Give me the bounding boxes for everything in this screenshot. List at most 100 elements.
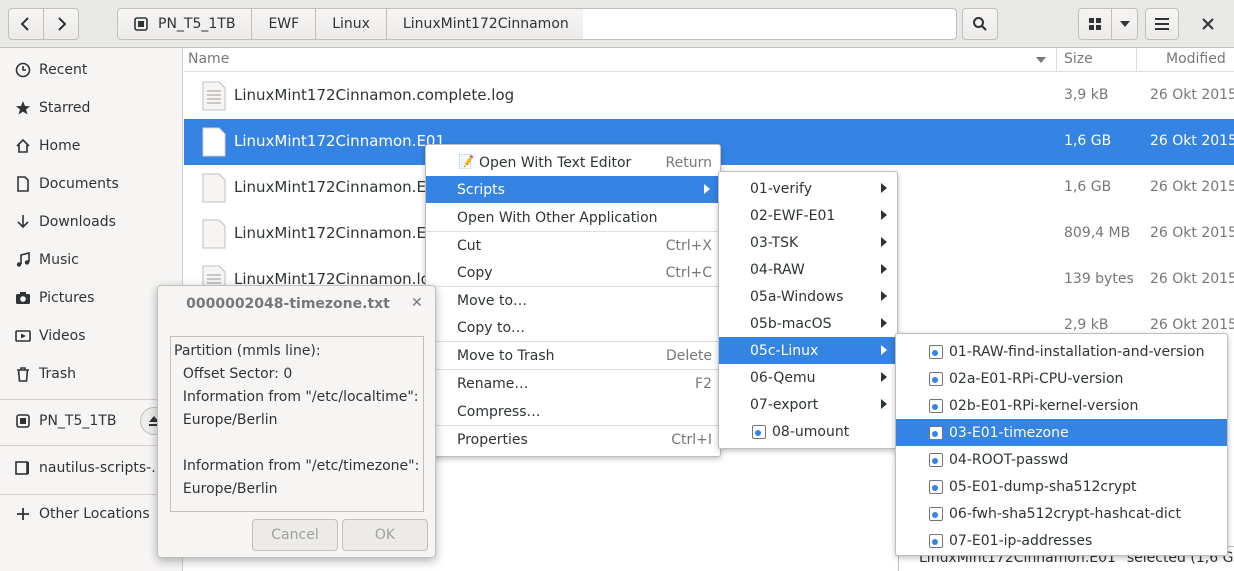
- column-separator: [1056, 48, 1057, 72]
- sidebar-item-home[interactable]: Home: [0, 127, 183, 165]
- sidebar-item-music[interactable]: Music: [0, 241, 183, 279]
- sidebar-item-starred[interactable]: Starred: [0, 89, 183, 127]
- menu-item-move-to-trash[interactable]: Move to Trash Delete: [426, 342, 720, 369]
- script-folder-05b-macos[interactable]: 05b-macOS: [719, 310, 897, 337]
- back-button[interactable]: [8, 8, 44, 40]
- star-icon: [14, 99, 32, 117]
- sidebar-item-downloads[interactable]: Downloads: [0, 203, 183, 241]
- plus-icon: [14, 505, 32, 523]
- script-07-ip-addresses[interactable]: 07-E01-ip-addresses: [896, 527, 1227, 554]
- script-icon: [929, 534, 943, 548]
- crumb-ewf[interactable]: EWF: [252, 9, 317, 39]
- column-name[interactable]: Name: [188, 51, 229, 67]
- document-icon: [14, 175, 32, 193]
- grid-icon: [1089, 18, 1101, 30]
- home-icon: [14, 137, 32, 155]
- header-bar: PN_T5_1TB EWF Linux LinuxMint172Cinnamon: [0, 0, 1234, 48]
- crumb-current[interactable]: LinuxMint172Cinnamon: [387, 9, 606, 39]
- script-03-timezone[interactable]: 03-E01-timezone: [896, 419, 1227, 446]
- ok-button[interactable]: OK: [342, 519, 428, 551]
- hamburger-icon: [1155, 18, 1169, 30]
- path-entry-area[interactable]: [583, 8, 957, 40]
- menu-item-rename[interactable]: Rename… F2: [426, 370, 720, 397]
- download-icon: [14, 213, 32, 231]
- crumb-drive[interactable]: PN_T5_1TB: [118, 9, 253, 39]
- script-folder-07-export[interactable]: 07-export: [719, 391, 897, 418]
- menu-item-open-text-editor[interactable]: 📝 Open With Text Editor Return: [426, 149, 720, 176]
- sidebar-item-recent[interactable]: Recent: [0, 51, 183, 89]
- chevron-right-icon: [58, 17, 67, 31]
- script-icon: [929, 399, 943, 413]
- script-folder-02-ewf[interactable]: 02-EWF-E01: [719, 202, 897, 229]
- dialog-close-button[interactable]: ✕: [411, 295, 423, 311]
- breadcrumb: PN_T5_1TB EWF Linux LinuxMint172Cinnamon: [117, 8, 607, 40]
- menu-item-move-to[interactable]: Move to…: [426, 287, 720, 314]
- script-folder-01-verify[interactable]: 01-verify: [719, 175, 897, 202]
- sidebar-item-pictures[interactable]: Pictures: [0, 279, 183, 317]
- sort-down-icon: [1036, 57, 1046, 63]
- text-editor-icon: 📝: [458, 155, 475, 170]
- menu-item-compress[interactable]: Compress…: [426, 398, 720, 425]
- script-05-dump-sha512crypt[interactable]: 05-E01-dump-sha512crypt: [896, 473, 1227, 500]
- submenu-arrow-icon: [881, 345, 887, 355]
- script-06-hashcat-dict[interactable]: 06-fwh-sha512crypt-hashcat-dict: [896, 500, 1227, 527]
- forward-button[interactable]: [43, 8, 79, 40]
- menu-item-properties[interactable]: Properties Ctrl+I: [426, 426, 720, 453]
- cancel-button[interactable]: Cancel: [252, 519, 338, 551]
- script-icon: [929, 372, 943, 386]
- menu-item-copy[interactable]: Copy Ctrl+C: [426, 259, 720, 286]
- sidebar-item-other-locations[interactable]: Other Locations: [0, 495, 183, 533]
- script-folder-04-raw[interactable]: 04-RAW: [719, 256, 897, 283]
- file-icon: [202, 219, 226, 253]
- menu-item-cut[interactable]: Cut Ctrl+X: [426, 232, 720, 259]
- dialog-text-area[interactable]: Partition (mmls line): Offset Sector: 0 …: [170, 336, 424, 512]
- context-menu: 📝 Open With Text Editor Return Scripts O…: [425, 144, 721, 457]
- menu-button[interactable]: [1145, 8, 1179, 40]
- view-grid-button[interactable]: [1078, 8, 1112, 40]
- sidebar: Recent Starred Home Documents Downloads …: [0, 48, 183, 571]
- script-folder-05c-linux[interactable]: 05c-Linux: [719, 337, 897, 364]
- column-separator: [1136, 48, 1137, 72]
- close-icon: ✕: [411, 295, 423, 311]
- folder-icon: [14, 459, 32, 477]
- script-folder-03-tsk[interactable]: 03-TSK: [719, 229, 897, 256]
- sidebar-separator: [0, 445, 183, 446]
- submenu-arrow-icon: [881, 183, 887, 193]
- menu-item-copy-to[interactable]: Copy to…: [426, 314, 720, 341]
- close-button[interactable]: [1196, 12, 1220, 36]
- dialog-title: 0000002048-timezone.txt: [186, 296, 390, 312]
- column-modified[interactable]: Modified: [1166, 51, 1226, 67]
- search-icon: [973, 17, 987, 31]
- script-folder-05a-windows[interactable]: 05a-Windows: [719, 283, 897, 310]
- column-size[interactable]: Size: [1064, 51, 1093, 67]
- script-icon: [929, 453, 943, 467]
- script-04-root-passwd[interactable]: 04-ROOT-passwd: [896, 446, 1227, 473]
- sidebar-item-trash[interactable]: Trash: [0, 355, 183, 393]
- script-08-umount[interactable]: 08-umount: [719, 418, 897, 445]
- submenu-arrow-icon: [881, 372, 887, 382]
- sidebar-separator: [0, 399, 183, 400]
- menu-item-scripts[interactable]: Scripts: [426, 176, 720, 203]
- video-icon: [14, 327, 32, 345]
- sidebar-item-videos[interactable]: Videos: [0, 317, 183, 355]
- submenu-arrow-icon: [881, 210, 887, 220]
- submenu-arrow-icon: [881, 237, 887, 247]
- submenu-arrow-icon: [881, 264, 887, 274]
- script-folder-06-qemu[interactable]: 06-Qemu: [719, 364, 897, 391]
- script-01-raw-find-installation[interactable]: 01-RAW-find-installation-and-version: [896, 338, 1227, 365]
- sidebar-item-folder[interactable]: nautilus-scripts-…: [0, 449, 183, 487]
- trash-icon: [14, 365, 32, 383]
- music-icon: [14, 251, 32, 269]
- submenu-arrow-icon: [704, 184, 710, 194]
- caret-down-icon: [1119, 21, 1130, 27]
- scripts-submenu: 01-verify 02-EWF-E01 03-TSK 04-RAW 05a-W…: [718, 171, 898, 449]
- table-row[interactable]: LinuxMint172Cinnamon.complete.log 3,9 kB…: [184, 73, 1234, 119]
- search-button[interactable]: [962, 8, 998, 40]
- script-02b-rpi-kernel[interactable]: 02b-E01-RPi-kernel-version: [896, 392, 1227, 419]
- script-02a-rpi-cpu[interactable]: 02a-E01-RPi-CPU-version: [896, 365, 1227, 392]
- view-options-button[interactable]: [1111, 8, 1138, 40]
- menu-item-open-other-app[interactable]: Open With Other Application: [426, 204, 720, 231]
- crumb-linux[interactable]: Linux: [316, 9, 387, 39]
- list-header: Name Size Modified: [184, 48, 1234, 72]
- sidebar-item-documents[interactable]: Documents: [0, 165, 183, 203]
